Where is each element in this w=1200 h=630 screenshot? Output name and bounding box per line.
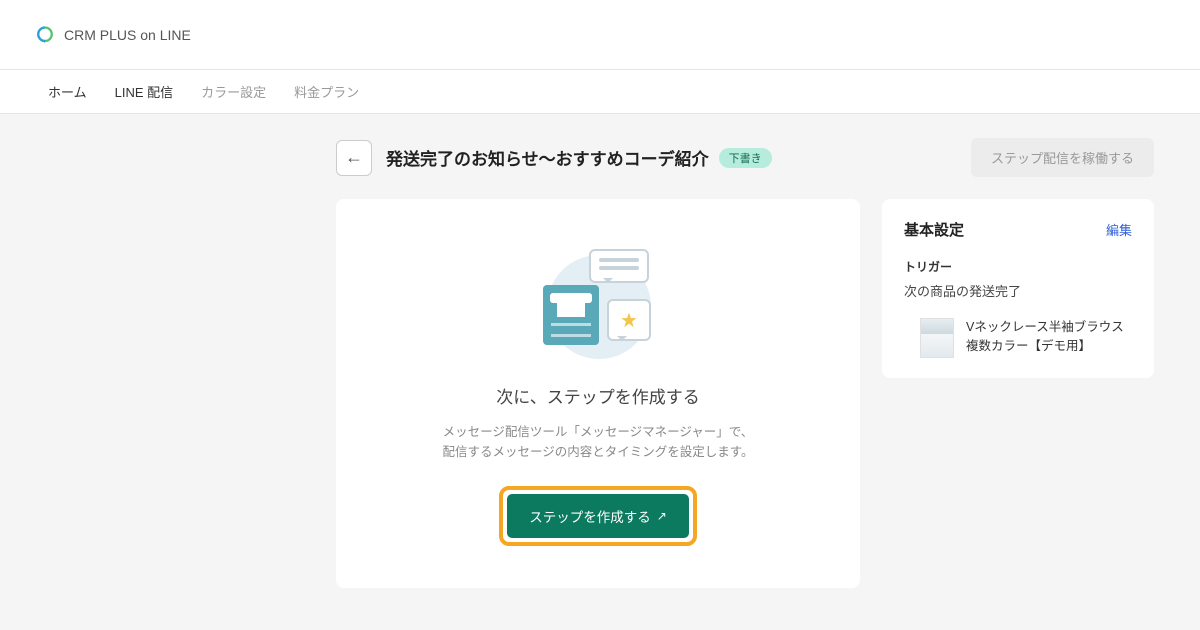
brand-logo[interactable]: CRM PLUS on LINE <box>36 26 191 44</box>
page-header: ← 発送完了のお知らせ〜おすすめコーデ紹介 下書き ステップ配信を稼働する <box>336 138 1154 177</box>
status-badge: 下書き <box>719 148 772 168</box>
product-row: Vネックレース半袖ブラウス複数カラー【デモ用】 <box>904 318 1132 358</box>
create-step-label: ステップを作成する <box>529 506 651 526</box>
edit-link[interactable]: 編集 <box>1106 220 1132 239</box>
brand-name: CRM PLUS on LINE <box>64 27 191 43</box>
line-logo-icon <box>36 26 54 44</box>
main-card: ★ 次に、ステップを作成する メッセージ配信ツール「メッセージマネージャー」で、… <box>336 199 860 588</box>
activate-step-button[interactable]: ステップ配信を稼働する <box>971 138 1154 177</box>
empty-state-illustration: ★ <box>533 241 663 361</box>
nav-pricing-plan[interactable]: 料金プラン <box>294 82 359 101</box>
nav-line-delivery[interactable]: LINE 配信 <box>115 82 174 101</box>
product-thumbnail <box>920 318 954 358</box>
settings-card-header: 基本設定 編集 <box>904 219 1132 240</box>
empty-state-description: メッセージ配信ツール「メッセージマネージャー」で、 配信するメッセージの内容とタ… <box>442 422 753 462</box>
trigger-label: トリガー <box>904 258 1132 275</box>
page-body: ← 発送完了のお知らせ〜おすすめコーデ紹介 下書き ステップ配信を稼働する ★ … <box>0 114 1200 612</box>
back-button[interactable]: ← <box>336 140 372 176</box>
navbar: ホーム LINE 配信 カラー設定 料金プラン <box>0 70 1200 114</box>
topbar: CRM PLUS on LINE <box>0 0 1200 70</box>
arrow-left-icon: ← <box>345 147 363 168</box>
content-row: ★ 次に、ステップを作成する メッセージ配信ツール「メッセージマネージャー」で、… <box>336 199 1154 588</box>
page-title: 発送完了のお知らせ〜おすすめコーデ紹介 <box>386 145 709 170</box>
settings-title: 基本設定 <box>904 219 964 240</box>
nav-home[interactable]: ホーム <box>48 82 87 101</box>
trigger-description: 次の商品の発送完了 <box>904 281 1132 300</box>
empty-state-title: 次に、ステップを作成する <box>496 383 700 408</box>
external-link-icon: ↗ <box>657 509 667 523</box>
product-name: Vネックレース半袖ブラウス複数カラー【デモ用】 <box>966 318 1132 356</box>
highlighted-button-frame: ステップを作成する ↗ <box>499 486 697 546</box>
star-icon: ★ <box>620 308 638 333</box>
create-step-button[interactable]: ステップを作成する ↗ <box>507 494 689 538</box>
nav-color-settings[interactable]: カラー設定 <box>201 82 266 101</box>
settings-card: 基本設定 編集 トリガー 次の商品の発送完了 Vネックレース半袖ブラウス複数カラ… <box>882 199 1154 378</box>
